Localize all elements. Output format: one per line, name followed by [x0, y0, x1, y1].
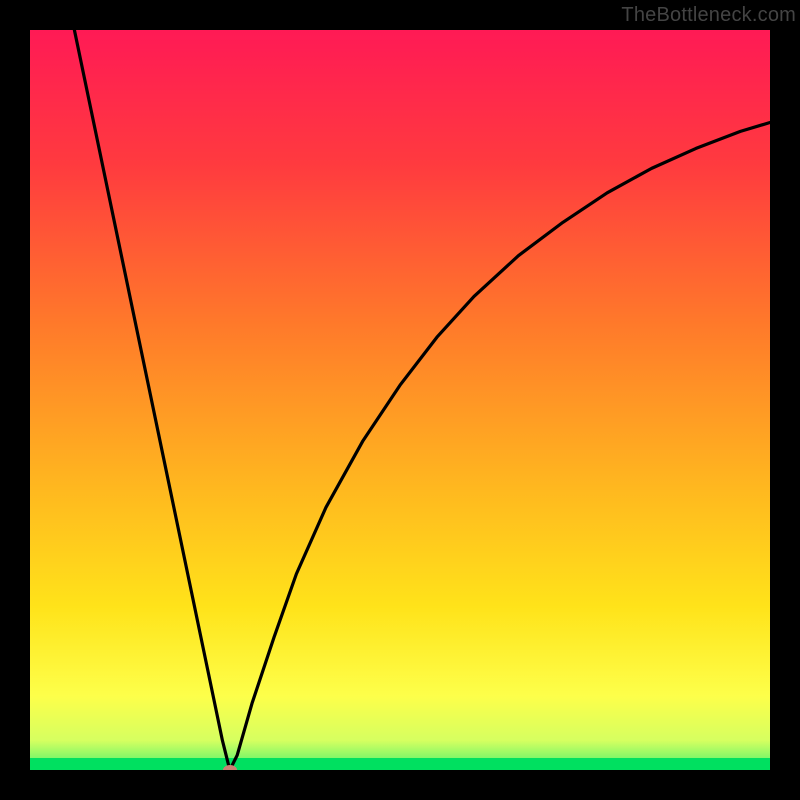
min-marker [223, 765, 237, 770]
chart-stage: TheBottleneck.com [0, 0, 800, 800]
watermark-text: TheBottleneck.com [621, 4, 796, 27]
curve-svg [30, 30, 770, 770]
plot-area [30, 30, 770, 770]
bottleneck-curve-path [74, 30, 770, 770]
